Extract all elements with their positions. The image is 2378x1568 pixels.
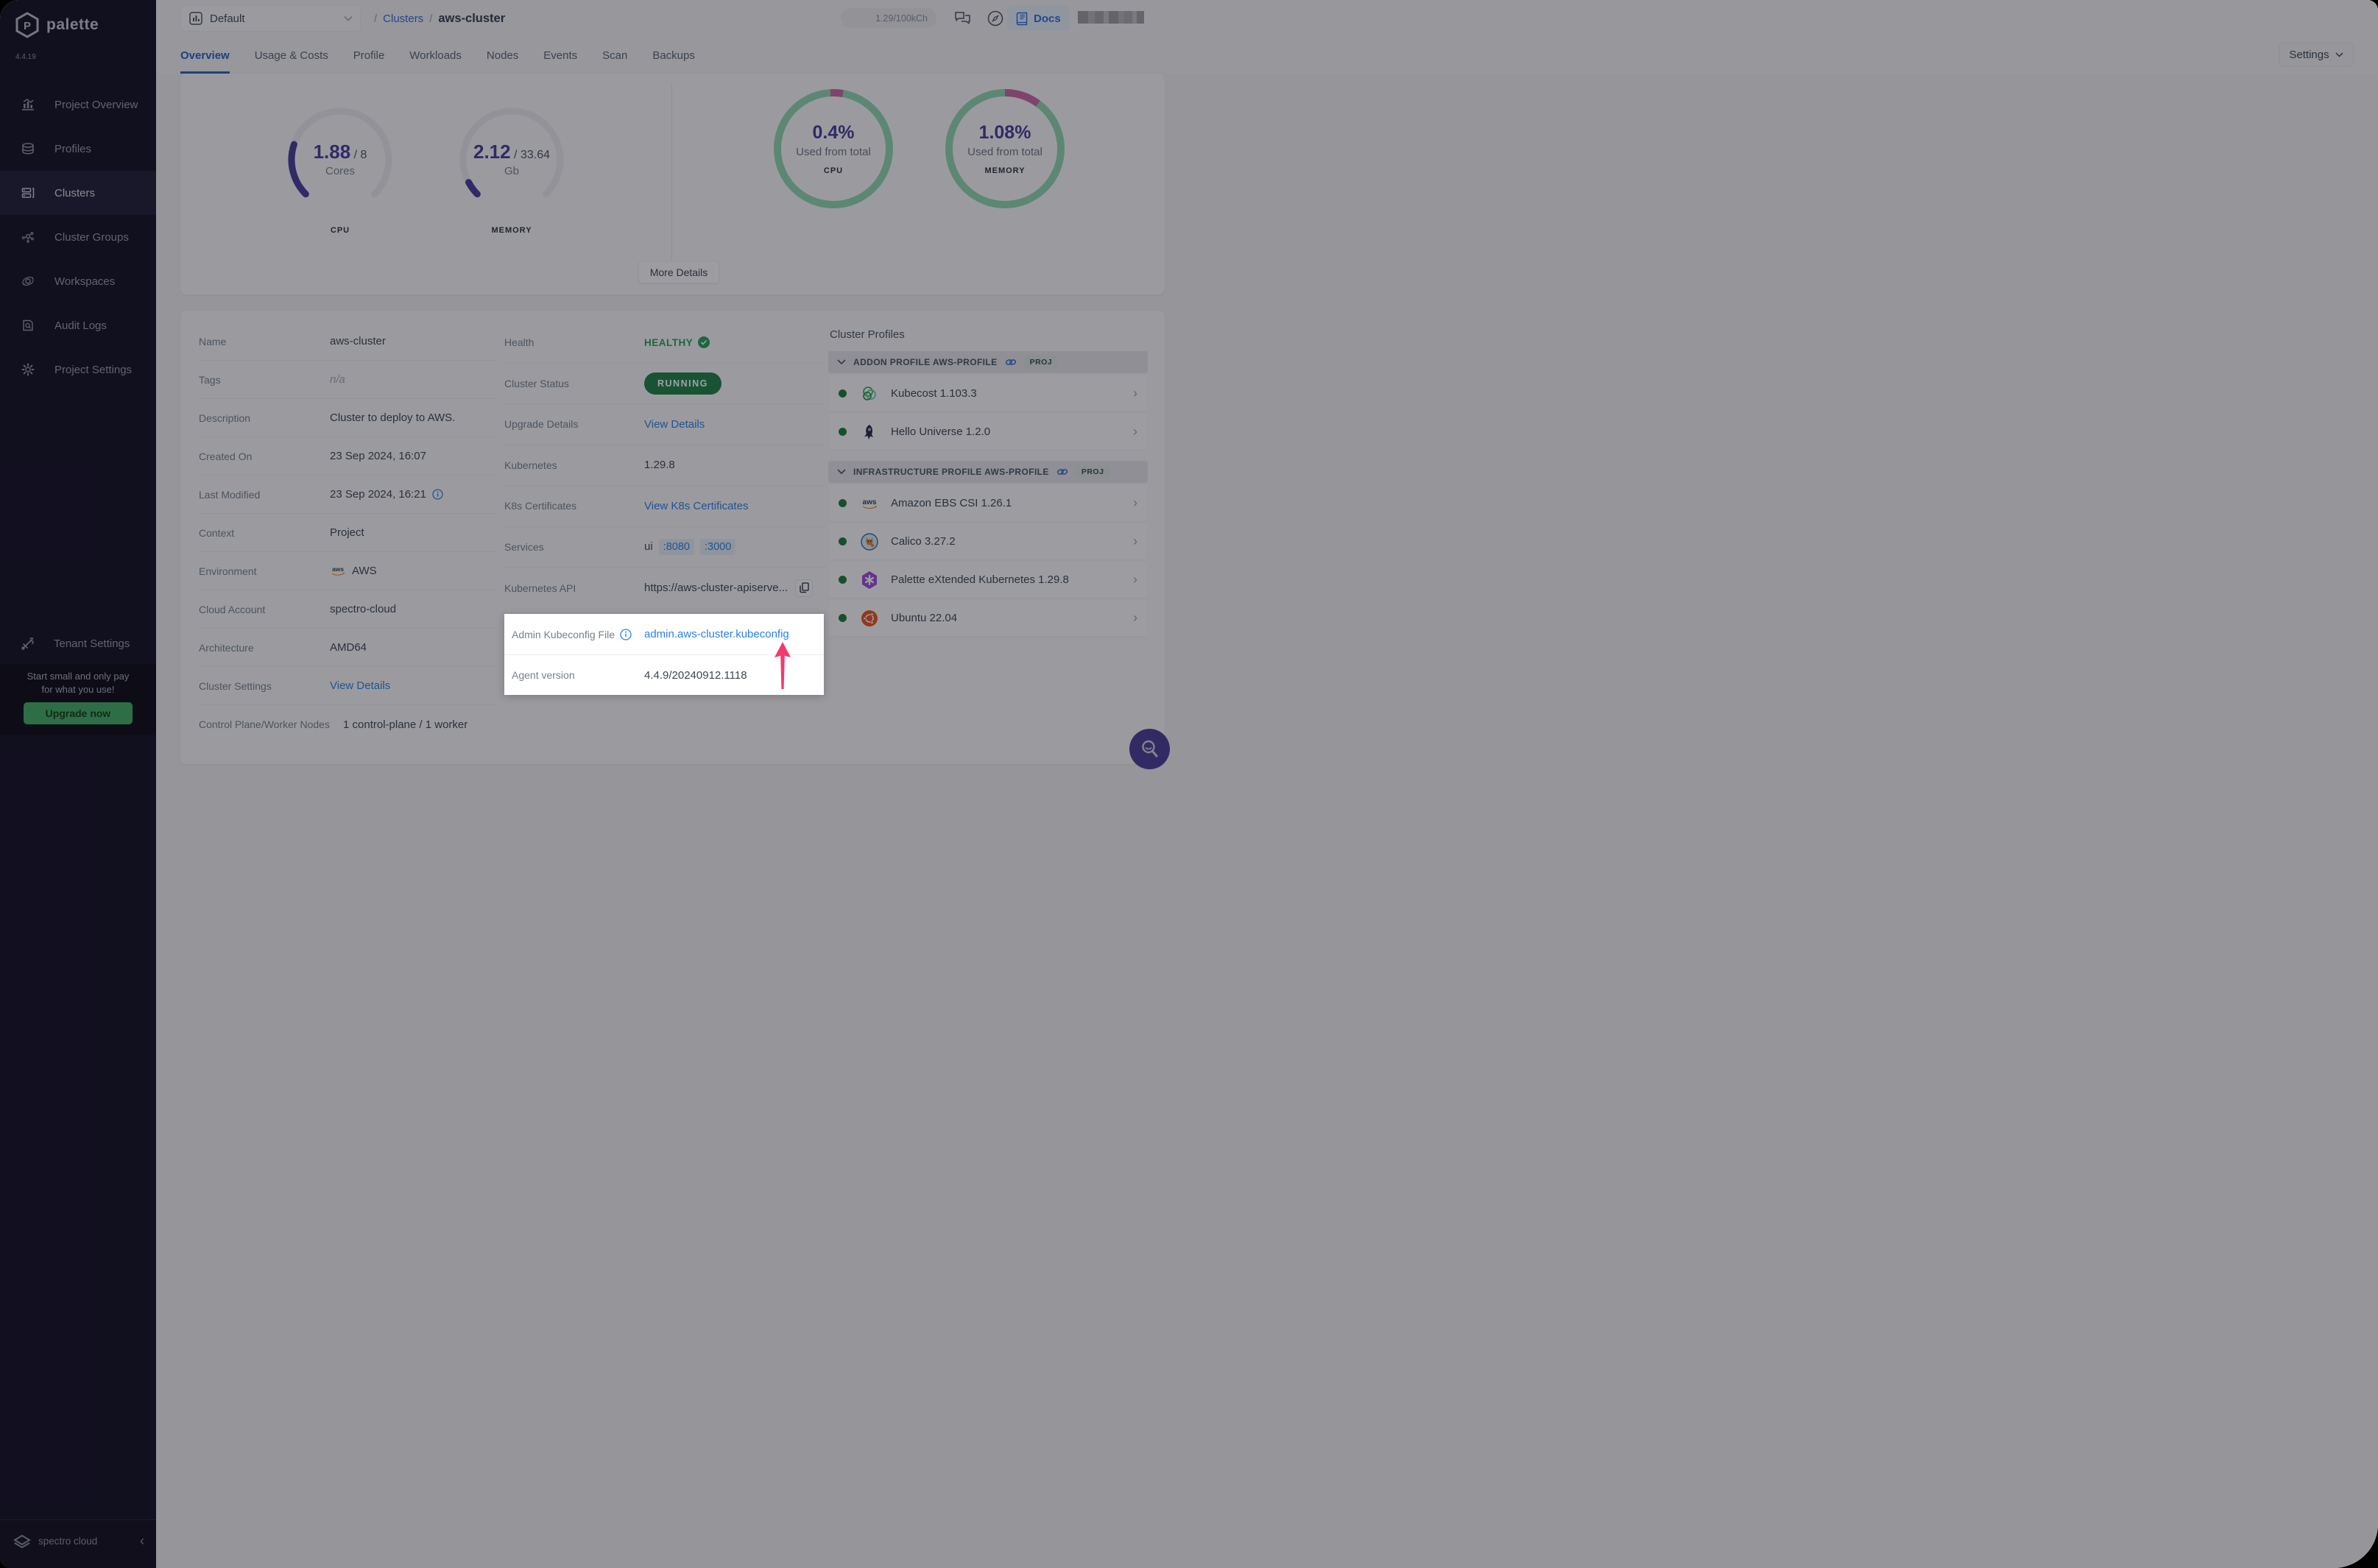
row-label: Agent version (512, 669, 575, 681)
agent-version-value: 4.4.9/20240912.1118 (644, 668, 747, 682)
dim-overlay (0, 0, 2378, 1568)
info-icon[interactable] (620, 628, 632, 640)
annotation-arrow-icon (772, 642, 793, 691)
app-window: P palette 4.4.19 Project Overview Profil… (0, 0, 2378, 1568)
admin-kubeconfig-download-link[interactable]: admin.aws-cluster.kubeconfig (644, 628, 789, 640)
row-label: Admin Kubeconfig File (512, 629, 644, 640)
